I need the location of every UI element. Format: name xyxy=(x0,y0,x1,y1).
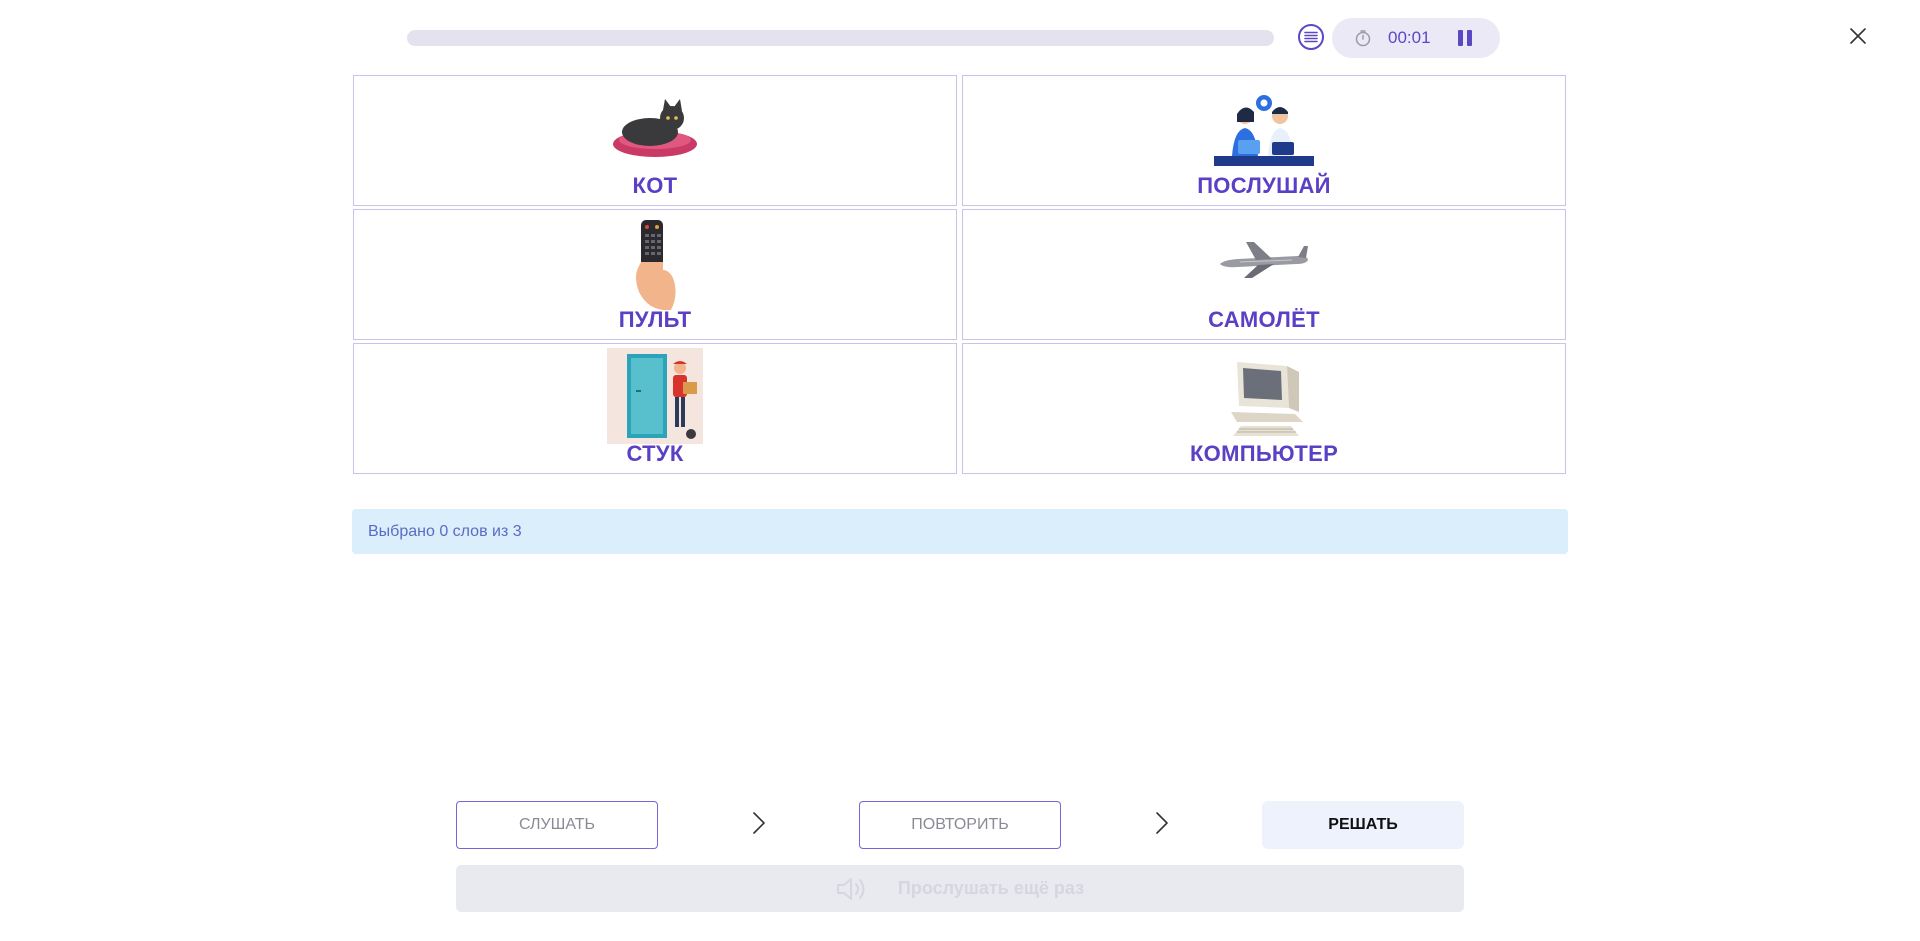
selection-status-text: Выбрано 0 слов из 3 xyxy=(368,522,522,540)
listen-button[interactable]: СЛУШАТЬ xyxy=(456,801,658,849)
card-word: ПУЛЬТ xyxy=(618,307,692,332)
computer-image xyxy=(1231,362,1303,436)
remote-control-image xyxy=(636,220,676,311)
repeat-button[interactable]: ПОВТОРИТЬ xyxy=(859,801,1061,849)
solve-button-label: РЕШАТЬ xyxy=(1328,816,1398,833)
card-word: КОМПЬЮТЕР xyxy=(1189,441,1339,466)
listen-again-button[interactable]: Прослушать ещё раз xyxy=(456,865,1464,912)
chevron-right-icon xyxy=(1156,812,1168,834)
stopwatch-icon xyxy=(1355,30,1371,47)
card-kompyuter[interactable]: КОМПЬЮТЕР xyxy=(962,343,1566,474)
card-stuk[interactable]: СТУК xyxy=(353,343,957,474)
timer: 00:01 xyxy=(1332,18,1500,58)
card-word: КОТ xyxy=(632,173,678,198)
card-word: САМОЛЁТ xyxy=(1208,307,1320,332)
list-button[interactable] xyxy=(1298,24,1324,50)
solve-button[interactable]: РЕШАТЬ xyxy=(1262,801,1464,849)
listen-button-label: СЛУШАТЬ xyxy=(518,816,596,833)
door-knock-image xyxy=(607,348,703,444)
card-pult[interactable]: ПУЛЬТ xyxy=(353,209,957,340)
card-samolyot[interactable]: САМОЛЁТ xyxy=(962,209,1566,340)
speaker-icon xyxy=(836,877,865,900)
cat-image xyxy=(613,99,697,157)
listen-again-label: Прослушать ещё раз xyxy=(897,878,1085,898)
selection-status: Выбрано 0 слов из 3 xyxy=(352,509,1568,554)
card-word: СТУК xyxy=(626,441,684,466)
people-talking-image xyxy=(1214,95,1314,166)
progress-bar xyxy=(407,30,1274,46)
card-kot[interactable]: КОТ xyxy=(353,75,957,206)
pause-icon[interactable] xyxy=(1458,30,1472,46)
repeat-button-label: ПОВТОРИТЬ xyxy=(911,816,1009,833)
word-cards-grid: КОТ ПОСЛУШАЙ ПУЛЬТ САМОЛЁТ СТУК КОМПЬЮТЕ… xyxy=(353,75,1567,476)
card-word: ПОСЛУШАЙ xyxy=(1197,173,1331,198)
list-icon xyxy=(1304,31,1318,43)
card-poslushay[interactable]: ПОСЛУШАЙ xyxy=(962,75,1566,206)
chevron-right-icon xyxy=(753,812,765,834)
close-icon[interactable] xyxy=(1848,26,1868,46)
airplane-image xyxy=(1220,242,1308,278)
timer-value: 00:01 xyxy=(1388,28,1431,47)
